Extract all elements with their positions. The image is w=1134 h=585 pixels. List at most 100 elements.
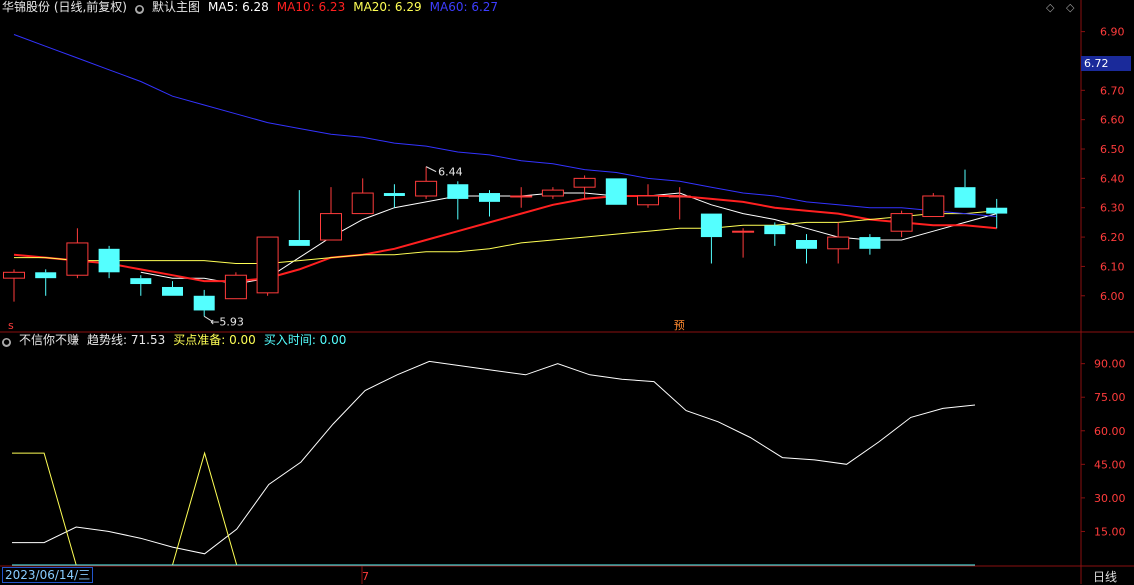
candle	[66, 228, 89, 279]
candle-body	[573, 177, 596, 188]
candle-body	[954, 187, 976, 208]
indicator-line-1	[12, 451, 975, 566]
ma20-label: MA20: 6.29	[353, 0, 422, 14]
candle-body	[637, 195, 659, 206]
candle-body	[415, 180, 438, 197]
candle	[890, 210, 913, 238]
candle-body	[98, 248, 120, 273]
price-tick-label: 6.50	[1100, 143, 1125, 156]
candle-body	[447, 184, 469, 199]
candle-body	[764, 225, 786, 235]
collapse-diamond-icon[interactable]: ◇	[1046, 1, 1054, 14]
indicator-tick-label: 15.00	[1094, 525, 1126, 538]
buy-time-value: 买入时间: 0.00	[263, 333, 347, 347]
indicator-name[interactable]: 不信你不赚	[19, 333, 79, 347]
candle	[320, 187, 342, 241]
candle-body	[320, 213, 342, 241]
indicator-header: ● 不信你不赚 趋势线: 71.53 买点准备: 0.00 买入时间: 0.00	[2, 333, 354, 348]
candle	[668, 187, 691, 220]
candle-body	[256, 236, 279, 294]
expand-diamond-icon[interactable]: ◇	[1066, 1, 1074, 14]
price-tick-label: 6.60	[1100, 114, 1125, 127]
candle-body	[3, 271, 25, 279]
indicator-tick-label: 30.00	[1094, 492, 1126, 505]
stock-chart[interactable]: 7 6.906.806.706.606.506.406.306.206.106.…	[0, 0, 1134, 584]
candle	[510, 187, 533, 208]
candle-body	[890, 213, 913, 232]
candle-body	[224, 274, 247, 300]
candle	[383, 184, 405, 208]
month-marker-label: 7	[362, 570, 369, 583]
candle	[130, 275, 152, 296]
candle-body	[796, 240, 817, 249]
candle	[986, 198, 1008, 229]
current-price-tag: 6.72	[1081, 56, 1131, 71]
candle	[827, 222, 850, 264]
indicator-tick-label: 75.00	[1094, 391, 1126, 404]
price-tick-label: 6.90	[1100, 26, 1125, 39]
candle-body	[479, 193, 500, 202]
moving-average-lines	[13, 34, 997, 285]
main-chart-label[interactable]: 默认主图	[152, 0, 200, 14]
candle	[922, 193, 945, 218]
buy-prep-value: 买点准备: 0.00	[173, 333, 256, 347]
indicator-lines	[12, 360, 976, 566]
candle-body	[66, 242, 89, 276]
candle	[954, 169, 976, 208]
trend-line-value: 趋势线: 71.53	[87, 333, 166, 347]
settings-circle-icon[interactable]: ●	[135, 5, 144, 14]
candle-body	[732, 230, 755, 233]
candle-body	[700, 213, 722, 238]
candle-body	[986, 207, 1008, 214]
settings-circle-icon[interactable]: ●	[2, 338, 11, 347]
candle-body	[162, 286, 183, 296]
candle	[541, 187, 564, 199]
candle-body	[193, 295, 215, 311]
price-tick-label: 6.20	[1100, 231, 1125, 244]
candle-body	[288, 240, 310, 246]
candle-body	[859, 237, 881, 249]
ma60-label: MA60: 6.27	[429, 0, 499, 14]
ma10-label: MA10: 6.23	[276, 0, 346, 14]
price-tick-label: 6.10	[1100, 260, 1125, 273]
price-tick-label: 6.30	[1100, 202, 1125, 215]
candle	[447, 181, 469, 220]
candle	[193, 289, 215, 317]
indicator-axis: 90.00 75.00 60.00 45.00 30.00 15.00	[1081, 358, 1126, 538]
candle	[3, 269, 25, 302]
candle	[764, 222, 786, 246]
cursor-date: 2023/06/14/三	[2, 567, 94, 583]
high-price-label: 6.44	[438, 166, 463, 179]
period-label[interactable]: 日线	[1093, 568, 1117, 585]
indicator-tick-label: 45.00	[1094, 458, 1126, 471]
low-price-label: ←5.93	[210, 315, 244, 328]
signal-marker-label: 预	[674, 319, 685, 332]
candle	[288, 190, 310, 246]
stock-title[interactable]: 华锦股份 (日线,前复权)	[2, 0, 127, 14]
price-tick-label: 6.00	[1100, 290, 1125, 303]
ma-line-ma60	[13, 34, 997, 217]
candle	[796, 234, 817, 264]
candle	[256, 236, 279, 296]
candle-body	[827, 236, 850, 250]
candle	[224, 272, 247, 300]
candle	[162, 281, 183, 296]
candle	[98, 245, 120, 279]
price-tick-label: 6.40	[1100, 172, 1125, 185]
candle	[732, 228, 755, 258]
candle-body	[668, 195, 691, 198]
candle-body	[351, 192, 374, 215]
candle-body	[605, 178, 627, 205]
candle-body	[130, 278, 152, 285]
candle-body	[541, 189, 564, 197]
candle	[605, 178, 627, 205]
candle-body	[383, 193, 405, 196]
high-pointer	[425, 166, 437, 173]
candle	[637, 184, 659, 208]
ma5-label: MA5: 6.28	[208, 0, 269, 14]
main-chart-header: 华锦股份 (日线,前复权) ● 默认主图 MA5: 6.28 MA10: 6.23 MA2…	[2, 0, 506, 15]
indicator-tick-label: 90.00	[1094, 358, 1126, 371]
candle	[35, 269, 57, 296]
candlestick-series[interactable]	[3, 166, 1008, 317]
candle-body	[510, 195, 533, 198]
